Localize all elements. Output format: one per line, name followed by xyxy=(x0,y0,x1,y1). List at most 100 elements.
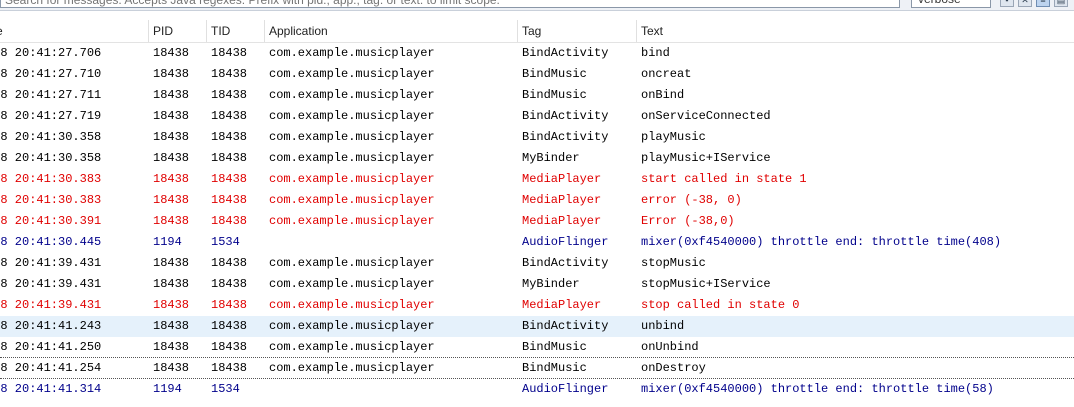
log-pid-cell: 18438 xyxy=(153,172,190,186)
log-text-cell: onDestroy xyxy=(641,361,706,375)
log-text-cell: error (-38, 0) xyxy=(641,193,742,207)
log-text-cell: playMusic xyxy=(641,130,706,144)
column-header-tid[interactable]: TID xyxy=(206,20,264,42)
log-text-cell: Error (-38,0) xyxy=(641,214,735,228)
log-text-cell: onServiceConnected xyxy=(641,109,771,123)
log-application-cell: com.example.musicplayer xyxy=(269,130,435,144)
log-row[interactable]: -28 20:41:41.250 18438 18438 com.example.mu… xyxy=(0,337,1074,358)
log-time-cell: -28 20:41:41.243 xyxy=(0,319,102,333)
log-row[interactable]: -28 20:41:27.706 18438 18438 com.example.mu… xyxy=(0,43,1074,64)
log-tid-cell: 18438 xyxy=(211,277,248,291)
log-pid-cell: 18438 xyxy=(153,340,190,354)
log-pid-cell: 18438 xyxy=(153,151,190,165)
clear-log-icon[interactable]: ✕ xyxy=(1018,0,1032,7)
log-time-cell: -28 20:41:27.719 xyxy=(0,109,102,123)
log-row[interactable]: -28 20:41:27.710 18438 18438 com.example.mu… xyxy=(0,64,1074,85)
log-pid-cell: 18438 xyxy=(153,319,190,333)
log-application-cell: com.example.musicplayer xyxy=(269,298,435,312)
log-pid-cell: 18438 xyxy=(153,109,190,123)
log-pid-cell: 18438 xyxy=(153,298,190,312)
log-tid-cell: 18438 xyxy=(211,67,248,81)
log-application-cell: com.example.musicplayer xyxy=(269,193,435,207)
log-row[interactable]: -28 20:41:27.711 18438 18438 com.example.mu… xyxy=(0,85,1074,106)
logcat-table-header: me PID TID Application Tag Text xyxy=(0,20,1074,43)
log-row[interactable]: -28 20:41:41.243 18438 18438 com.example.mu… xyxy=(0,316,1074,337)
save-icon[interactable]: ▪ xyxy=(1000,0,1014,7)
log-application-cell: com.example.musicplayer xyxy=(269,109,435,123)
log-tag-cell: BindActivity xyxy=(522,109,609,123)
log-row[interactable]: -28 20:41:30.391 18438 18438 com.example.mu… xyxy=(0,211,1074,232)
log-level-select[interactable]: verbose xyxy=(911,0,991,8)
log-time-cell: -28 20:41:30.383 xyxy=(0,193,102,207)
column-header-tag[interactable]: Tag xyxy=(517,20,636,42)
log-row[interactable]: -28 20:41:30.383 18438 18438 com.example.mu… xyxy=(0,190,1074,211)
log-tag-cell: BindMusic xyxy=(522,340,587,354)
log-row[interactable]: -28 20:41:39.431 18438 18438 com.example.mu… xyxy=(0,295,1074,316)
log-tid-cell: 18438 xyxy=(211,172,248,186)
log-tag-cell: MediaPlayer xyxy=(522,172,602,186)
log-tid-cell: 18438 xyxy=(211,151,248,165)
log-time-cell: -28 20:41:30.391 xyxy=(0,214,102,228)
log-tid-cell: 18438 xyxy=(211,46,248,60)
log-row[interactable]: -28 20:41:27.719 18438 18438 com.example.mu… xyxy=(0,106,1074,127)
log-time-cell: -28 20:41:39.431 xyxy=(0,298,102,312)
log-pid-cell: 18438 xyxy=(153,214,190,228)
log-pid-cell: 18438 xyxy=(153,256,190,270)
column-header-text[interactable]: Text xyxy=(636,20,1074,42)
log-tag-cell: MediaPlayer xyxy=(522,214,602,228)
log-row[interactable]: -28 20:41:41.254 18438 18438 com.example.mu… xyxy=(0,358,1074,379)
log-row[interactable]: -28 20:41:30.383 18438 18438 com.example.mu… xyxy=(0,169,1074,190)
log-row[interactable]: -28 20:41:30.358 18438 18438 com.example.mu… xyxy=(0,148,1074,169)
log-pid-cell: 18438 xyxy=(153,361,190,375)
log-application-cell: com.example.musicplayer xyxy=(269,256,435,270)
log-time-cell: -28 20:41:30.383 xyxy=(0,172,102,186)
log-row[interactable]: -28 20:41:39.431 18438 18438 com.example.mu… xyxy=(0,274,1074,295)
log-text-cell: oncreat xyxy=(641,67,692,81)
log-tid-cell: 18438 xyxy=(211,298,248,312)
log-tag-cell: AudioFlinger xyxy=(522,235,609,249)
log-tag-cell: BindActivity xyxy=(522,46,609,60)
log-pid-cell: 18438 xyxy=(153,88,190,102)
log-text-cell: stop called in state 0 xyxy=(641,298,800,312)
column-header-time[interactable]: me xyxy=(0,20,150,42)
log-tag-cell: BindMusic xyxy=(522,88,587,102)
log-tag-cell: AudioFlinger xyxy=(522,382,609,396)
log-row[interactable]: -28 20:41:41.314 1194 1534 AudioFlinger mixe… xyxy=(0,379,1074,400)
view-options-icon[interactable]: ▤ xyxy=(1054,0,1068,7)
log-text-cell: unbind xyxy=(641,319,685,333)
log-application-cell: com.example.musicplayer xyxy=(269,214,435,228)
log-tid-cell: 1534 xyxy=(211,235,240,249)
column-header-pid[interactable]: PID xyxy=(148,20,206,42)
log-text-cell: start called in state 1 xyxy=(641,172,807,186)
log-tid-cell: 18438 xyxy=(211,256,248,270)
log-time-cell: -28 20:41:39.431 xyxy=(0,277,102,291)
log-application-cell: com.example.musicplayer xyxy=(269,67,435,81)
log-pid-cell: 1194 xyxy=(153,382,182,396)
log-text-cell: onUnbind xyxy=(641,340,699,354)
search-input[interactable] xyxy=(0,0,900,8)
log-pid-cell: 1194 xyxy=(153,235,182,249)
log-row[interactable]: -28 20:41:30.445 1194 1534 AudioFlinger mixe… xyxy=(0,232,1074,253)
log-tid-cell: 1534 xyxy=(211,382,240,396)
log-time-cell: -28 20:41:41.314 xyxy=(0,382,102,396)
log-pid-cell: 18438 xyxy=(153,130,190,144)
log-row[interactable]: -28 20:41:30.358 18438 18438 com.example.mu… xyxy=(0,127,1074,148)
log-text-cell: mixer(0xf4540000) throttle end: throttle… xyxy=(641,382,994,396)
log-time-cell: -28 20:41:30.445 xyxy=(0,235,102,249)
log-time-cell: -28 20:41:30.358 xyxy=(0,151,102,165)
log-time-cell: -28 20:41:41.254 xyxy=(0,361,102,375)
log-application-cell: com.example.musicplayer xyxy=(269,361,435,375)
log-tag-cell: MyBinder xyxy=(522,277,580,291)
log-time-cell: -28 20:41:27.711 xyxy=(0,88,102,102)
log-row[interactable]: -28 20:41:39.431 18438 18438 com.example.mu… xyxy=(0,253,1074,274)
log-application-cell: com.example.musicplayer xyxy=(269,172,435,186)
log-tid-cell: 18438 xyxy=(211,361,248,375)
column-header-application[interactable]: Application xyxy=(264,20,517,42)
log-tag-cell: BindMusic xyxy=(522,361,587,375)
log-time-cell: -28 20:41:27.706 xyxy=(0,46,102,60)
log-tid-cell: 18438 xyxy=(211,130,248,144)
log-tag-cell: MediaPlayer xyxy=(522,193,602,207)
log-time-cell: -28 20:41:39.431 xyxy=(0,256,102,270)
scroll-lock-icon[interactable]: ≡ xyxy=(1036,0,1050,7)
log-application-cell: com.example.musicplayer xyxy=(269,88,435,102)
